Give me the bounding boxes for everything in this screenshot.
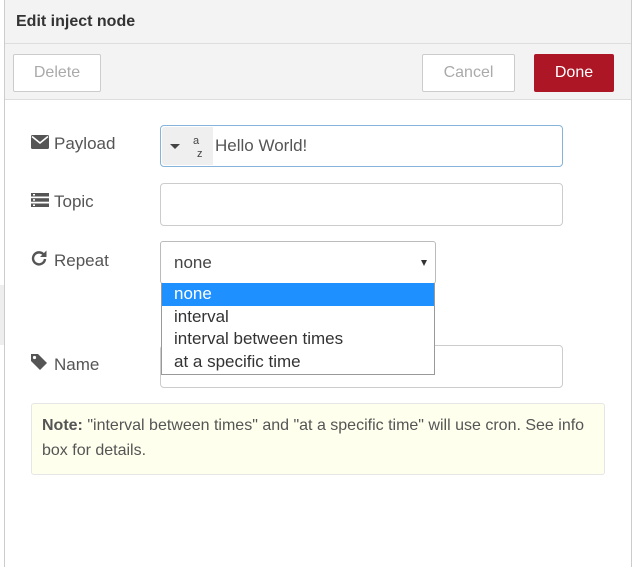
topic-label: Topic: [31, 192, 94, 212]
cancel-button[interactable]: Cancel: [422, 54, 515, 92]
cron-note: Note: "interval between times" and "at a…: [31, 403, 605, 475]
payload-value: Hello World!: [215, 136, 308, 155]
topic-label-text: Topic: [54, 192, 94, 211]
name-label-text: Name: [54, 354, 100, 374]
caret-down-icon: [170, 144, 180, 149]
dropdown-arrow-icon: [421, 260, 427, 266]
payload-label-text: Payload: [54, 134, 116, 153]
repeat-label-text: Repeat: [54, 250, 109, 270]
tag-icon: [31, 354, 51, 375]
repeat-select[interactable]: none: [160, 241, 436, 284]
delete-button[interactable]: Delete: [13, 54, 101, 92]
name-label: Name: [31, 354, 99, 375]
dialog-toolbar: Delete Cancel Done: [5, 44, 631, 100]
string-az-icon: az: [193, 135, 203, 160]
note-heading: Note:: [42, 417, 83, 434]
repeat-option-interval[interactable]: interval: [162, 306, 434, 329]
payload-input[interactable]: az Hello World!: [160, 125, 563, 167]
topic-input[interactable]: [160, 183, 563, 226]
repeat-option-none[interactable]: none: [162, 283, 434, 306]
edit-dialog: Edit inject node Delete Cancel Done Payl…: [4, 0, 632, 567]
dialog-title: Edit inject node: [5, 0, 631, 44]
repeat-option-interval-between-times[interactable]: interval between times: [162, 328, 434, 351]
payload-label: Payload: [31, 134, 115, 154]
repeat-icon: [31, 250, 51, 271]
tasks-icon: [31, 192, 51, 212]
envelope-icon: [31, 134, 51, 154]
repeat-option-specific-time[interactable]: at a specific time: [162, 351, 434, 374]
payload-type-selector[interactable]: az: [162, 127, 213, 165]
repeat-dropdown-list: none interval interval between times at …: [161, 283, 435, 375]
done-button[interactable]: Done: [534, 54, 614, 92]
repeat-label: Repeat: [31, 250, 109, 271]
repeat-selected-value: none: [174, 253, 212, 272]
note-text: "interval between times" and "at a speci…: [42, 417, 585, 459]
